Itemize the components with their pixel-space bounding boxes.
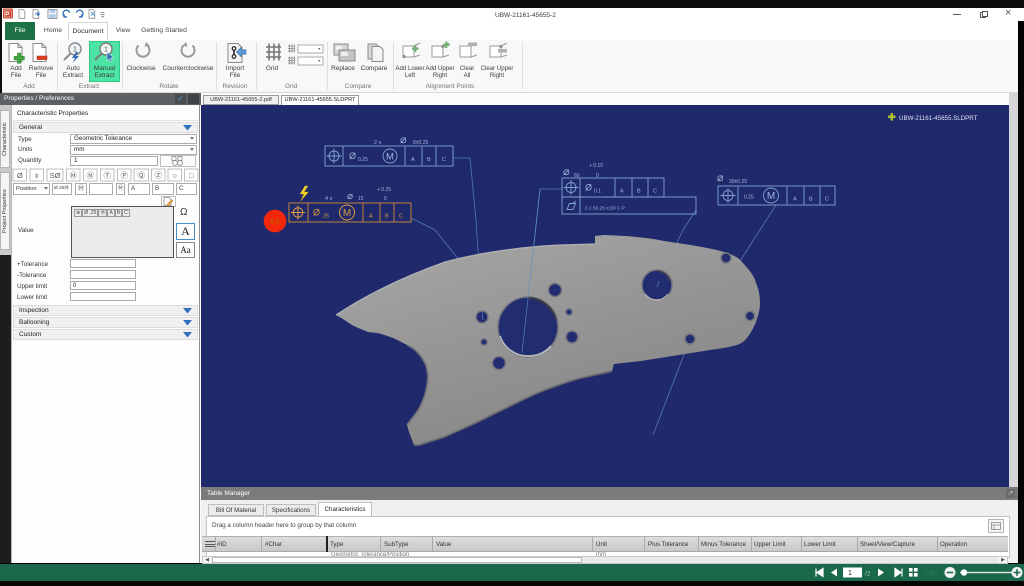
svg-text:1: 1: [848, 570, 852, 577]
svg-text:A: A: [369, 214, 373, 220]
svg-text:SØ: SØ: [50, 171, 61, 180]
svg-text:6.3: 6.3: [270, 219, 279, 226]
svg-text:+ 0.25: + 0.25: [377, 187, 391, 193]
svg-text:M: M: [343, 208, 351, 219]
svg-text:⌀: ⌀: [347, 191, 353, 202]
svg-text:0.1 S0.25 x150 C P: 0.1 S0.25 x150 C P: [585, 206, 625, 211]
svg-text:B: B: [385, 214, 389, 220]
svg-text:0: 0: [596, 173, 599, 179]
svg-text:Ⓩ: Ⓩ: [155, 171, 163, 180]
svg-text:8±0.25: 8±0.25: [413, 140, 428, 146]
svg-text:Ø: Ø: [349, 151, 356, 161]
svg-text:C: C: [399, 214, 403, 220]
svg-text:C: C: [442, 157, 446, 163]
svg-text:A: A: [411, 157, 415, 163]
svg-text:+ 0.10: + 0.10: [589, 163, 603, 169]
svg-text:UBW-21161-45655.SLDPRT: UBW-21161-45655.SLDPRT: [899, 115, 978, 122]
svg-text:Ⓜ: Ⓜ: [70, 171, 78, 180]
svg-text:○: ○: [173, 171, 178, 180]
svg-text:C: C: [825, 197, 829, 203]
svg-text:Ⓣ: Ⓣ: [104, 171, 112, 180]
svg-text:A: A: [620, 189, 624, 195]
svg-text:4 x: 4 x: [325, 196, 333, 202]
svg-text:B: B: [427, 157, 431, 163]
svg-text:M: M: [386, 152, 394, 163]
svg-text:0.25: 0.25: [744, 195, 754, 201]
svg-text:B: B: [809, 197, 813, 203]
svg-text:⌀: ⌀: [400, 134, 407, 146]
svg-text:□: □: [189, 171, 194, 180]
svg-text:0:00: 0:00: [925, 572, 937, 578]
svg-text:15: 15: [358, 196, 364, 202]
svg-text:60: 60: [574, 173, 580, 179]
svg-text:.25: .25: [322, 214, 329, 220]
svg-text:⌀: ⌀: [563, 166, 570, 178]
svg-text:Ⓠ: Ⓠ: [138, 171, 146, 180]
svg-text:⌀: ⌀: [717, 172, 724, 184]
svg-text:Ⓟ: Ⓟ: [121, 171, 129, 180]
svg-text:A: A: [793, 197, 797, 203]
svg-text:Ø: Ø: [313, 208, 320, 218]
svg-text:0: 0: [384, 196, 387, 202]
svg-text:0.1: 0.1: [594, 189, 601, 195]
svg-text:/2: /2: [865, 571, 871, 578]
svg-text:B: B: [637, 189, 641, 195]
svg-text:2 x: 2 x: [374, 140, 382, 146]
svg-text:Ⓝ: Ⓝ: [87, 171, 95, 180]
svg-text:0.25: 0.25: [358, 157, 368, 163]
svg-text:Ø: Ø: [17, 171, 23, 180]
svg-text:C: C: [653, 189, 657, 195]
svg-text:30±0.25: 30±0.25: [729, 179, 747, 185]
svg-text:M: M: [767, 191, 775, 202]
svg-text:⌽: ⌽: [35, 171, 40, 180]
svg-text:Ø: Ø: [585, 183, 592, 193]
